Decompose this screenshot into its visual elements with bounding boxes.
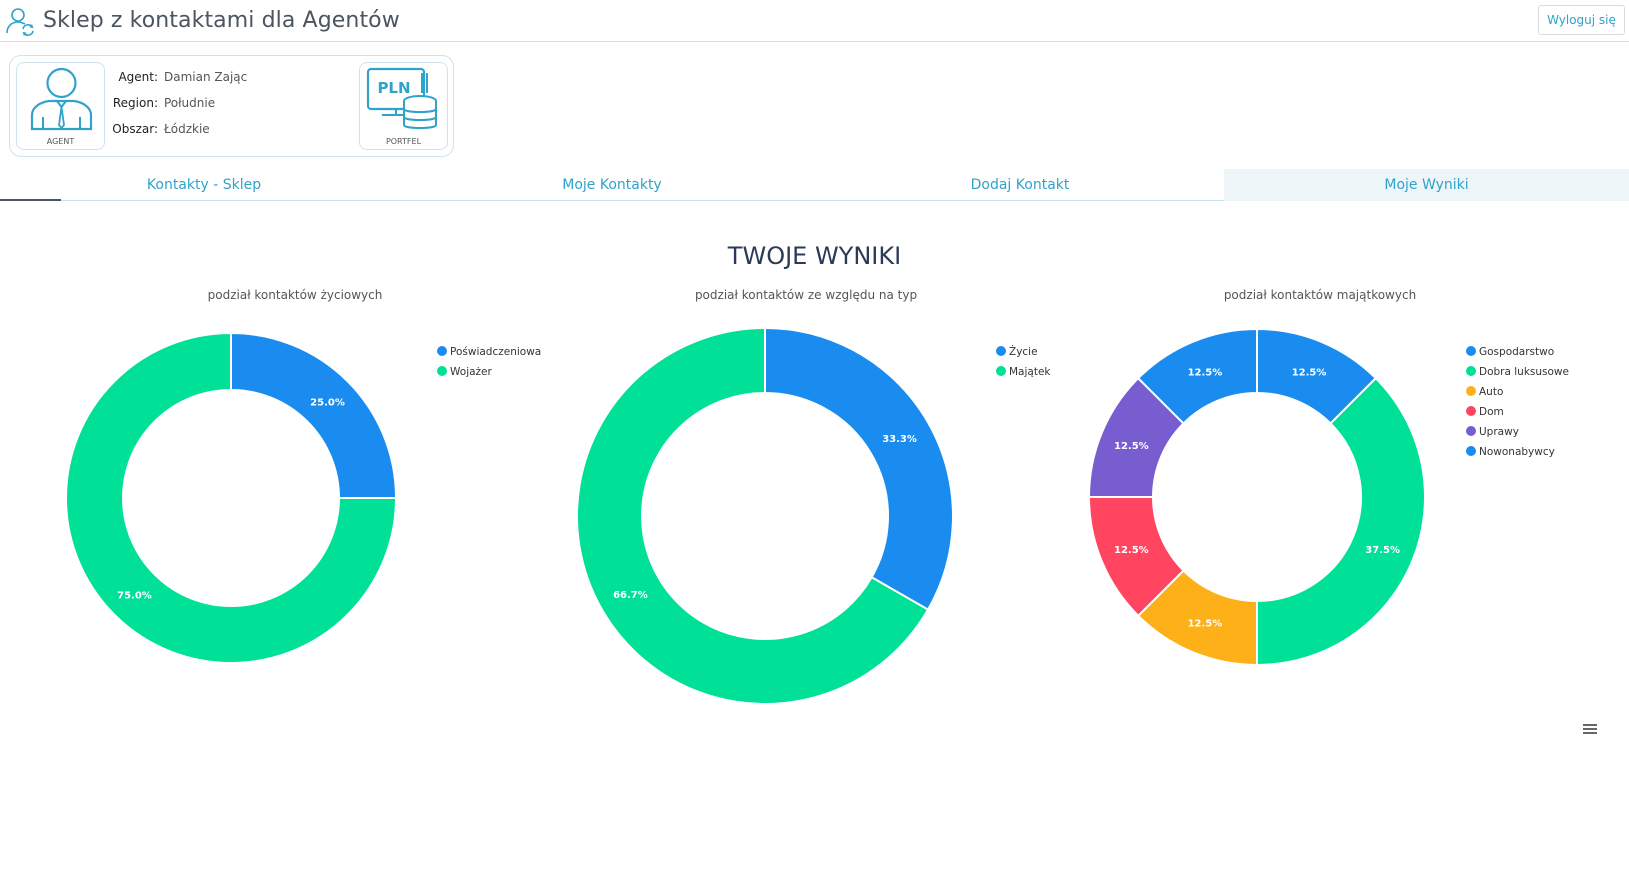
donut-chart: 12.5% 37.5% 12.5% 12.5% 12.5% 12.5% xyxy=(1087,327,1426,667)
legend-marker xyxy=(1466,346,1476,356)
wallet-tile-label: PORTFEL xyxy=(385,137,422,146)
hamburger-menu-icon[interactable] xyxy=(1583,724,1597,735)
section-title: TWOJE WYNIKI xyxy=(727,242,902,270)
agent-area-value: Łódzkie xyxy=(164,122,210,136)
agent-tile-label: AGENT xyxy=(46,137,75,146)
main-tabs: Kontakty - Sklep Moje Kontakty Dodaj Kon… xyxy=(0,169,1629,201)
tab-moje-kontakty[interactable]: Moje Kontakty xyxy=(408,169,816,201)
tab-indicator xyxy=(0,199,61,201)
legend-marker xyxy=(1466,406,1476,416)
legend-label: Uprawy xyxy=(1479,426,1519,438)
legend-item[interactable]: Gospodarstwo xyxy=(1466,342,1569,362)
wallet-currency: PLN xyxy=(377,79,410,97)
legend-marker xyxy=(1466,366,1476,376)
legend-item[interactable]: Dom xyxy=(1466,402,1569,422)
wallet-coins-icon: PLN xyxy=(366,67,437,129)
agent-name-row: Agent: Damian Zając xyxy=(110,70,247,84)
legend-marker xyxy=(1466,426,1476,436)
logout-button[interactable]: Wyloguj się xyxy=(1538,5,1625,35)
top-bar: Sklep z kontaktami dla Agentów Wyloguj s… xyxy=(0,0,1629,42)
legend-label: Auto xyxy=(1479,386,1504,398)
legend-item[interactable]: Auto xyxy=(1466,382,1569,402)
person-icon xyxy=(30,67,93,131)
agent-area-row: Obszar: Łódzkie xyxy=(110,122,210,136)
tab-moje-wyniki[interactable]: Moje Wyniki xyxy=(1224,169,1629,201)
slice-data-label: 12.5% xyxy=(1114,545,1149,556)
legend-label: Nowonabywcy xyxy=(1479,446,1555,458)
agent-name-value: Damian Zając xyxy=(164,70,248,84)
wallet-tile[interactable]: PLN PORTFEL xyxy=(359,62,448,150)
user-sync-icon xyxy=(6,8,34,36)
legend-marker xyxy=(1466,386,1476,396)
agent-region-label: Region: xyxy=(112,96,158,110)
legend-item[interactable]: Uprawy xyxy=(1466,422,1569,442)
legend-item[interactable]: Dobra luksusowe xyxy=(1466,362,1569,382)
slice-data-label: 12.5% xyxy=(1188,619,1223,630)
donut-slice-2[interactable] xyxy=(1256,376,1426,667)
chart-legend: Gospodarstwo Dobra luksusowe Auto Dom Uprawy… xyxy=(1466,342,1569,462)
legend-item[interactable]: Nowonabywcy xyxy=(1466,442,1569,462)
agent-card: AGENT Agent: Damian Zając Region: Południe… xyxy=(9,55,454,157)
slice-data-label: 37.5% xyxy=(1365,545,1400,556)
app-title: Sklep z kontaktami dla Agentów xyxy=(43,8,400,33)
legend-label: Dom xyxy=(1479,406,1504,418)
slice-data-label: 12.5% xyxy=(1114,441,1149,452)
slice-data-label: 12.5% xyxy=(1292,367,1327,378)
agent-tile[interactable]: AGENT xyxy=(16,62,105,150)
agent-region-value: Południe xyxy=(164,96,216,110)
agent-region-row: Region: Południe xyxy=(110,96,215,110)
tab-kontakty-sklep[interactable]: Kontakty - Sklep xyxy=(0,169,408,201)
tab-dodaj-kontakt[interactable]: Dodaj Kontakt xyxy=(816,169,1224,201)
slice-data-label: 12.5% xyxy=(1188,367,1223,378)
legend-marker xyxy=(1466,446,1476,456)
agent-area-label: Obszar: xyxy=(112,122,158,136)
legend-label: Dobra luksusowe xyxy=(1479,366,1569,378)
legend-label: Gospodarstwo xyxy=(1479,346,1555,358)
agent-name-label: Agent: xyxy=(118,70,158,84)
